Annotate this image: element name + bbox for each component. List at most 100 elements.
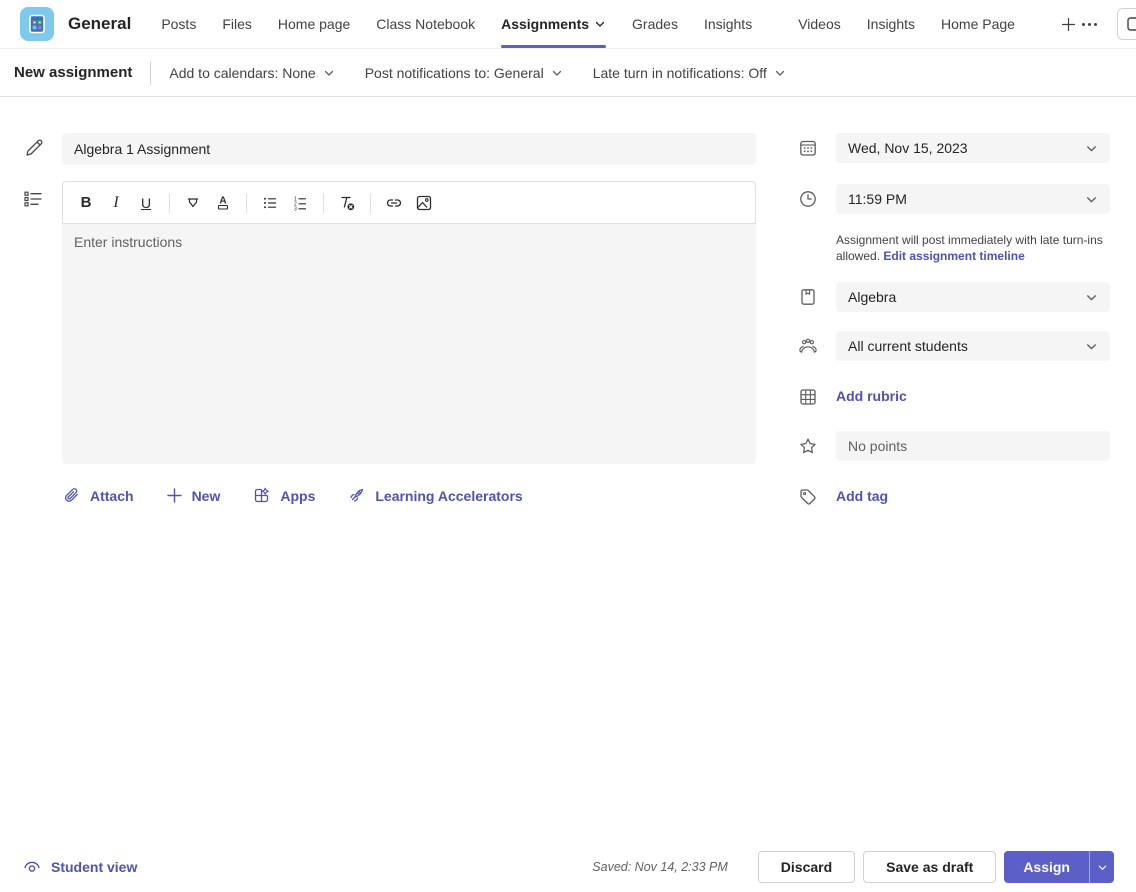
font-color-button[interactable]: A xyxy=(208,188,238,218)
channel-title: General xyxy=(68,14,131,34)
add-tab-button[interactable] xyxy=(1061,0,1076,48)
star-icon xyxy=(798,436,818,457)
divider xyxy=(323,193,324,213)
underline-button[interactable]: U xyxy=(131,188,161,218)
divider xyxy=(150,61,151,85)
channel-tabs: Posts Files Home page Class Notebook Ass… xyxy=(161,0,1076,48)
divider xyxy=(169,193,170,213)
instructions-input[interactable]: Enter instructions xyxy=(62,224,756,464)
tab-home-page[interactable]: Home page xyxy=(278,0,350,48)
post-notifications-dropdown[interactable]: Post notifications to: General xyxy=(365,65,563,81)
late-turn-in-dropdown[interactable]: Late turn in notifications: Off xyxy=(593,65,786,81)
discard-button[interactable]: Discard xyxy=(758,851,855,883)
clock-icon xyxy=(798,189,818,209)
attach-button[interactable]: Attach xyxy=(62,486,134,505)
tab-videos[interactable]: Videos xyxy=(798,0,841,48)
meet-split-button xyxy=(1117,8,1136,40)
tab-grades[interactable]: Grades xyxy=(632,0,678,48)
assign-split-button: Assign xyxy=(1004,851,1114,883)
chevron-down-icon xyxy=(1085,291,1098,304)
paperclip-icon xyxy=(62,486,81,505)
footer-actions: Saved: Nov 14, 2:33 PM Discard Save as d… xyxy=(592,851,1114,883)
font-color-icon: A xyxy=(214,194,232,212)
tab-files[interactable]: Files xyxy=(222,0,252,48)
new-assignment-page: General Posts Files Home page Class Note… xyxy=(0,0,1136,892)
saved-status: Saved: Nov 14, 2:33 PM xyxy=(592,860,728,874)
learning-accelerators-button[interactable]: Learning Accelerators xyxy=(347,486,522,505)
italic-button[interactable]: I xyxy=(101,188,131,218)
chevron-down-icon xyxy=(1085,193,1098,206)
team-avatar[interactable] xyxy=(20,7,54,41)
students-icon xyxy=(798,336,818,356)
highlighter-icon xyxy=(184,194,202,212)
video-camera-icon xyxy=(1127,16,1136,32)
insert-link-button[interactable] xyxy=(379,188,409,218)
points-input[interactable] xyxy=(836,431,1110,461)
class-icon xyxy=(798,287,818,307)
new-button[interactable]: New xyxy=(166,487,221,504)
people-icon xyxy=(798,336,818,357)
tag-icon xyxy=(798,487,818,507)
due-time-icon xyxy=(798,189,818,209)
tab-class-notebook[interactable]: Class Notebook xyxy=(376,0,475,48)
tab-home-page-2[interactable]: Home Page xyxy=(941,0,1015,48)
notebook-icon xyxy=(798,287,818,307)
rocket-icon xyxy=(347,486,366,505)
tab-insights-2[interactable]: Insights xyxy=(867,0,915,48)
image-icon xyxy=(414,193,434,213)
instructions-placeholder: Enter instructions xyxy=(74,234,182,250)
add-tag-link[interactable]: Add tag xyxy=(836,488,888,504)
numbered-list-button[interactable]: 1 2 3 xyxy=(285,188,315,218)
clear-formatting-icon xyxy=(337,193,357,213)
calendar-icon xyxy=(798,138,818,158)
due-time-dropdown[interactable]: 11:59 PM xyxy=(836,184,1110,214)
highlight-button[interactable] xyxy=(178,188,208,218)
instructions-editor: B I U A xyxy=(62,181,756,464)
chevron-down-icon xyxy=(1085,340,1098,353)
tab-insights[interactable]: Insights xyxy=(704,0,752,48)
due-date-dropdown[interactable]: Wed, Nov 15, 2023 xyxy=(836,133,1110,163)
link-icon xyxy=(384,193,404,213)
eye-icon xyxy=(22,857,42,877)
timeline-note: Assignment will post immediately with la… xyxy=(836,232,1112,264)
divider xyxy=(370,193,371,213)
add-to-calendars-dropdown[interactable]: Add to calendars: None xyxy=(169,65,334,81)
bulleted-list-button[interactable] xyxy=(255,188,285,218)
chevron-down-icon xyxy=(774,67,786,79)
meet-now-button[interactable] xyxy=(1118,9,1136,39)
assignment-options: Add to calendars: None Post notification… xyxy=(169,65,785,81)
svg-text:3: 3 xyxy=(294,206,297,212)
list-icon xyxy=(22,188,44,210)
insert-image-button[interactable] xyxy=(409,188,439,218)
edit-timeline-link[interactable]: Edit assignment timeline xyxy=(883,249,1024,263)
svg-text:A: A xyxy=(219,195,226,206)
add-rubric-link[interactable]: Add rubric xyxy=(836,388,907,404)
save-as-draft-button[interactable]: Save as draft xyxy=(863,851,996,883)
tab-posts[interactable]: Posts xyxy=(161,0,196,48)
calculator-icon xyxy=(25,12,49,36)
more-options-button[interactable] xyxy=(1076,17,1103,32)
grid-icon xyxy=(798,387,818,407)
page-title: New assignment xyxy=(14,64,132,81)
footer-bar: Student view Saved: Nov 14, 2:33 PM Disc… xyxy=(0,842,1136,892)
due-date-icon xyxy=(798,138,818,158)
class-dropdown[interactable]: Algebra xyxy=(836,282,1110,312)
chevron-down-icon xyxy=(1085,142,1098,155)
plus-icon xyxy=(1061,17,1076,32)
clear-formatting-button[interactable] xyxy=(332,188,362,218)
assign-options-button[interactable] xyxy=(1089,851,1114,883)
assignment-title-input[interactable] xyxy=(62,133,756,165)
points-icon xyxy=(798,436,818,456)
attachment-actions: Attach New Apps Learning Accelerators xyxy=(62,486,523,505)
tab-assignments[interactable]: Assignments xyxy=(501,0,606,48)
instructions-icon xyxy=(22,188,44,210)
assign-button[interactable]: Assign xyxy=(1004,851,1089,883)
chevron-down-icon xyxy=(594,18,606,30)
student-view-button[interactable]: Student view xyxy=(22,857,137,877)
bold-button[interactable]: B xyxy=(71,188,101,218)
edit-title-icon xyxy=(23,137,45,159)
apps-button[interactable]: Apps xyxy=(252,486,315,505)
apps-icon xyxy=(252,486,271,505)
header-actions xyxy=(1076,8,1136,40)
assign-to-dropdown[interactable]: All current students xyxy=(836,331,1110,361)
